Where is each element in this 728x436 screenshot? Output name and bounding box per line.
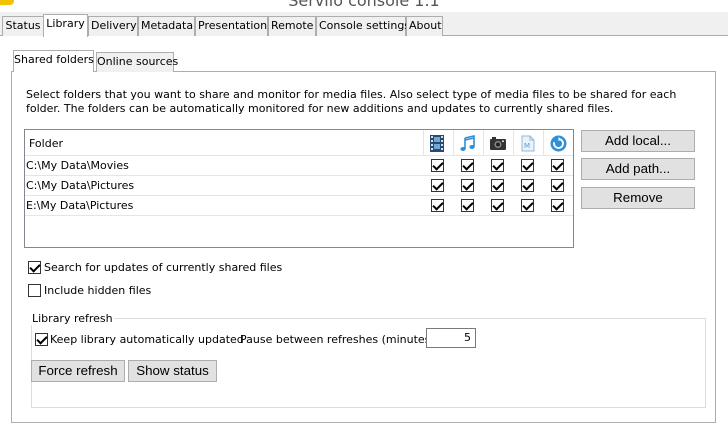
table-row[interactable]: C:\My Data\Pictures (25, 176, 573, 196)
include-hidden-label[interactable]: Include hidden files (44, 284, 151, 297)
folder-column-header[interactable]: Folder (29, 137, 63, 150)
photo-checkbox[interactable] (491, 199, 504, 212)
table-header: Folder M (25, 130, 573, 156)
tab-status[interactable]: Status (2, 16, 44, 36)
tab-remote[interactable]: Remote (268, 16, 316, 36)
column-divider (453, 130, 454, 156)
column-divider (513, 130, 514, 156)
search-updates-label[interactable]: Search for updates of currently shared f… (44, 261, 282, 274)
column-divider (423, 130, 424, 156)
music-checkbox[interactable] (461, 159, 474, 172)
keep-updated-checkbox[interactable] (35, 333, 48, 346)
include-hidden-checkbox[interactable] (28, 284, 41, 297)
column-divider (483, 130, 484, 156)
library-refresh-legend: Library refresh (31, 312, 114, 325)
description-text: Select folders that you want to share an… (26, 88, 677, 115)
photo-checkbox[interactable] (491, 159, 504, 172)
search-updates-checkbox[interactable] (28, 261, 41, 274)
show-status-button[interactable]: Show status (128, 360, 217, 382)
remove-button[interactable]: Remove (581, 187, 695, 209)
music-checkbox[interactable] (461, 179, 474, 192)
tab-presentation[interactable]: Presentation (195, 16, 268, 36)
pause-minutes-input[interactable]: 5 (426, 328, 476, 348)
video-icon[interactable] (430, 135, 446, 152)
tab-delivery[interactable]: Delivery (88, 16, 138, 36)
music-checkbox[interactable] (461, 199, 474, 212)
tab-library[interactable]: Library (43, 14, 88, 37)
video-checkbox[interactable] (431, 159, 444, 172)
keep-updated-label[interactable]: Keep library automatically updated (50, 333, 244, 346)
add-local-button[interactable]: Add local... (581, 130, 695, 152)
video-checkbox[interactable] (431, 179, 444, 192)
table-row[interactable]: C:\My Data\Movies (25, 156, 573, 176)
tab-console-settings[interactable]: Console settings (316, 16, 410, 36)
window-title: Serviio console 1.1 (288, 0, 440, 10)
music-icon[interactable] (460, 135, 476, 151)
video-checkbox[interactable] (431, 199, 444, 212)
svg-text:M: M (524, 142, 530, 150)
add-path-button[interactable]: Add path... (581, 158, 695, 180)
monitor-checkbox[interactable] (551, 179, 564, 192)
column-divider (543, 130, 544, 156)
monitor-checkbox[interactable] (551, 159, 564, 172)
tab-online-sources[interactable]: Online sources (96, 52, 178, 72)
title-bar: Serviio console 1.1 (0, 0, 728, 12)
metadata-checkbox[interactable] (521, 179, 534, 192)
monitor-checkbox[interactable] (551, 199, 564, 212)
folder-table[interactable]: Folder M C:\My Data\Movies C:\My Data\Pi… (24, 129, 574, 248)
folder-path: C:\My Data\Movies (26, 159, 129, 172)
force-refresh-button[interactable]: Force refresh (31, 360, 125, 382)
tab-about[interactable]: About (406, 16, 443, 36)
metadata-checkbox[interactable] (521, 199, 534, 212)
metadata-icon[interactable]: M (521, 135, 537, 152)
pause-label: Pause between refreshes (minutes): (240, 333, 439, 346)
refresh-icon[interactable] (550, 135, 567, 152)
table-row[interactable]: E:\My Data\Pictures (25, 196, 573, 216)
tab-metadata[interactable]: Metadata (138, 16, 195, 36)
folder-path: C:\My Data\Pictures (26, 179, 135, 192)
tab-shared-folders[interactable]: Shared folders (13, 50, 94, 72)
folder-path: E:\My Data\Pictures (26, 199, 134, 212)
photo-checkbox[interactable] (491, 179, 504, 192)
metadata-checkbox[interactable] (521, 159, 534, 172)
photo-icon[interactable] (489, 135, 506, 151)
